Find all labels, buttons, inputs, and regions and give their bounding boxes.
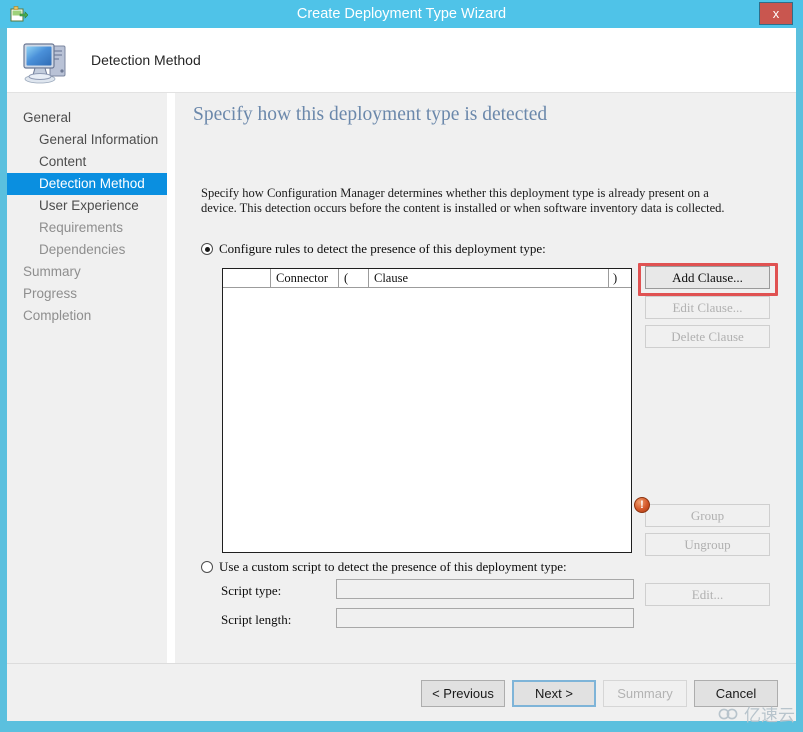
column-header-close-paren[interactable]: ) — [609, 269, 631, 287]
radio-custom-script[interactable]: Use a custom script to detect the presen… — [201, 559, 567, 575]
sidebar-item-content[interactable]: Content — [7, 151, 167, 173]
computer-monitor-icon — [20, 34, 72, 86]
sidebar-item-summary[interactable]: Summary — [7, 261, 167, 283]
wizard-window: Create Deployment Type Wizard x — [0, 0, 803, 732]
cancel-button[interactable]: Cancel — [694, 680, 778, 707]
script-type-label: Script type: — [221, 583, 281, 599]
ungroup-button: Ungroup — [645, 533, 770, 556]
column-header-connector[interactable]: Connector — [271, 269, 339, 287]
sidebar-item-completion[interactable]: Completion — [7, 305, 167, 327]
script-length-label: Script length: — [221, 612, 291, 628]
sidebar-item-user-experience[interactable]: User Experience — [7, 195, 167, 217]
page-header: Detection Method — [7, 28, 796, 93]
group-button: Group — [645, 504, 770, 527]
next-button[interactable]: Next > — [512, 680, 596, 707]
script-type-input[interactable] — [336, 579, 634, 599]
add-clause-button[interactable]: Add Clause... — [645, 266, 770, 289]
close-icon[interactable]: x — [759, 2, 793, 25]
column-header-clause[interactable]: Clause — [369, 269, 609, 287]
page-description: Specify how Configuration Manager determ… — [201, 186, 746, 216]
page-title: Specify how this deployment type is dete… — [193, 104, 547, 126]
sidebar-item-requirements[interactable]: Requirements — [7, 217, 167, 239]
radio-configure-rules-label: Configure rules to detect the presence o… — [219, 241, 546, 257]
window-title: Create Deployment Type Wizard — [0, 0, 803, 28]
column-header-open-paren[interactable]: ( — [339, 269, 369, 287]
radio-custom-script-label: Use a custom script to detect the presen… — [219, 559, 567, 575]
edit-script-button: Edit... — [645, 583, 770, 606]
sidebar-item-general[interactable]: General — [7, 107, 167, 129]
sidebar-item-detection-method[interactable]: Detection Method — [7, 173, 167, 195]
radio-configure-rules[interactable]: Configure rules to detect the presence o… — [201, 241, 546, 257]
delete-clause-button: Delete Clause — [645, 325, 770, 348]
detection-rules-list[interactable]: Connector ( Clause ) — [222, 268, 632, 553]
title-bar: Create Deployment Type Wizard x — [0, 0, 803, 28]
edit-clause-button: Edit Clause... — [645, 296, 770, 319]
wizard-sidebar: General General Information Content Dete… — [7, 93, 167, 663]
script-length-input[interactable] — [336, 608, 634, 628]
sidebar-item-dependencies[interactable]: Dependencies — [7, 239, 167, 261]
header-title: Detection Method — [91, 52, 201, 68]
column-header-blank[interactable] — [223, 269, 271, 287]
previous-button[interactable]: < Previous — [421, 680, 505, 707]
sidebar-item-progress[interactable]: Progress — [7, 283, 167, 305]
wizard-footer: < Previous Next > Summary Cancel — [7, 663, 796, 721]
sidebar-item-general-information[interactable]: General Information — [7, 129, 167, 151]
summary-button: Summary — [603, 680, 687, 707]
wizard-body: General General Information Content Dete… — [7, 93, 796, 663]
error-icon: ! — [634, 497, 650, 513]
wizard-content: Specify how this deployment type is dete… — [175, 93, 796, 663]
radio-indicator-rules — [201, 243, 213, 255]
rules-table-header: Connector ( Clause ) — [223, 269, 631, 288]
radio-indicator-script — [201, 561, 213, 573]
